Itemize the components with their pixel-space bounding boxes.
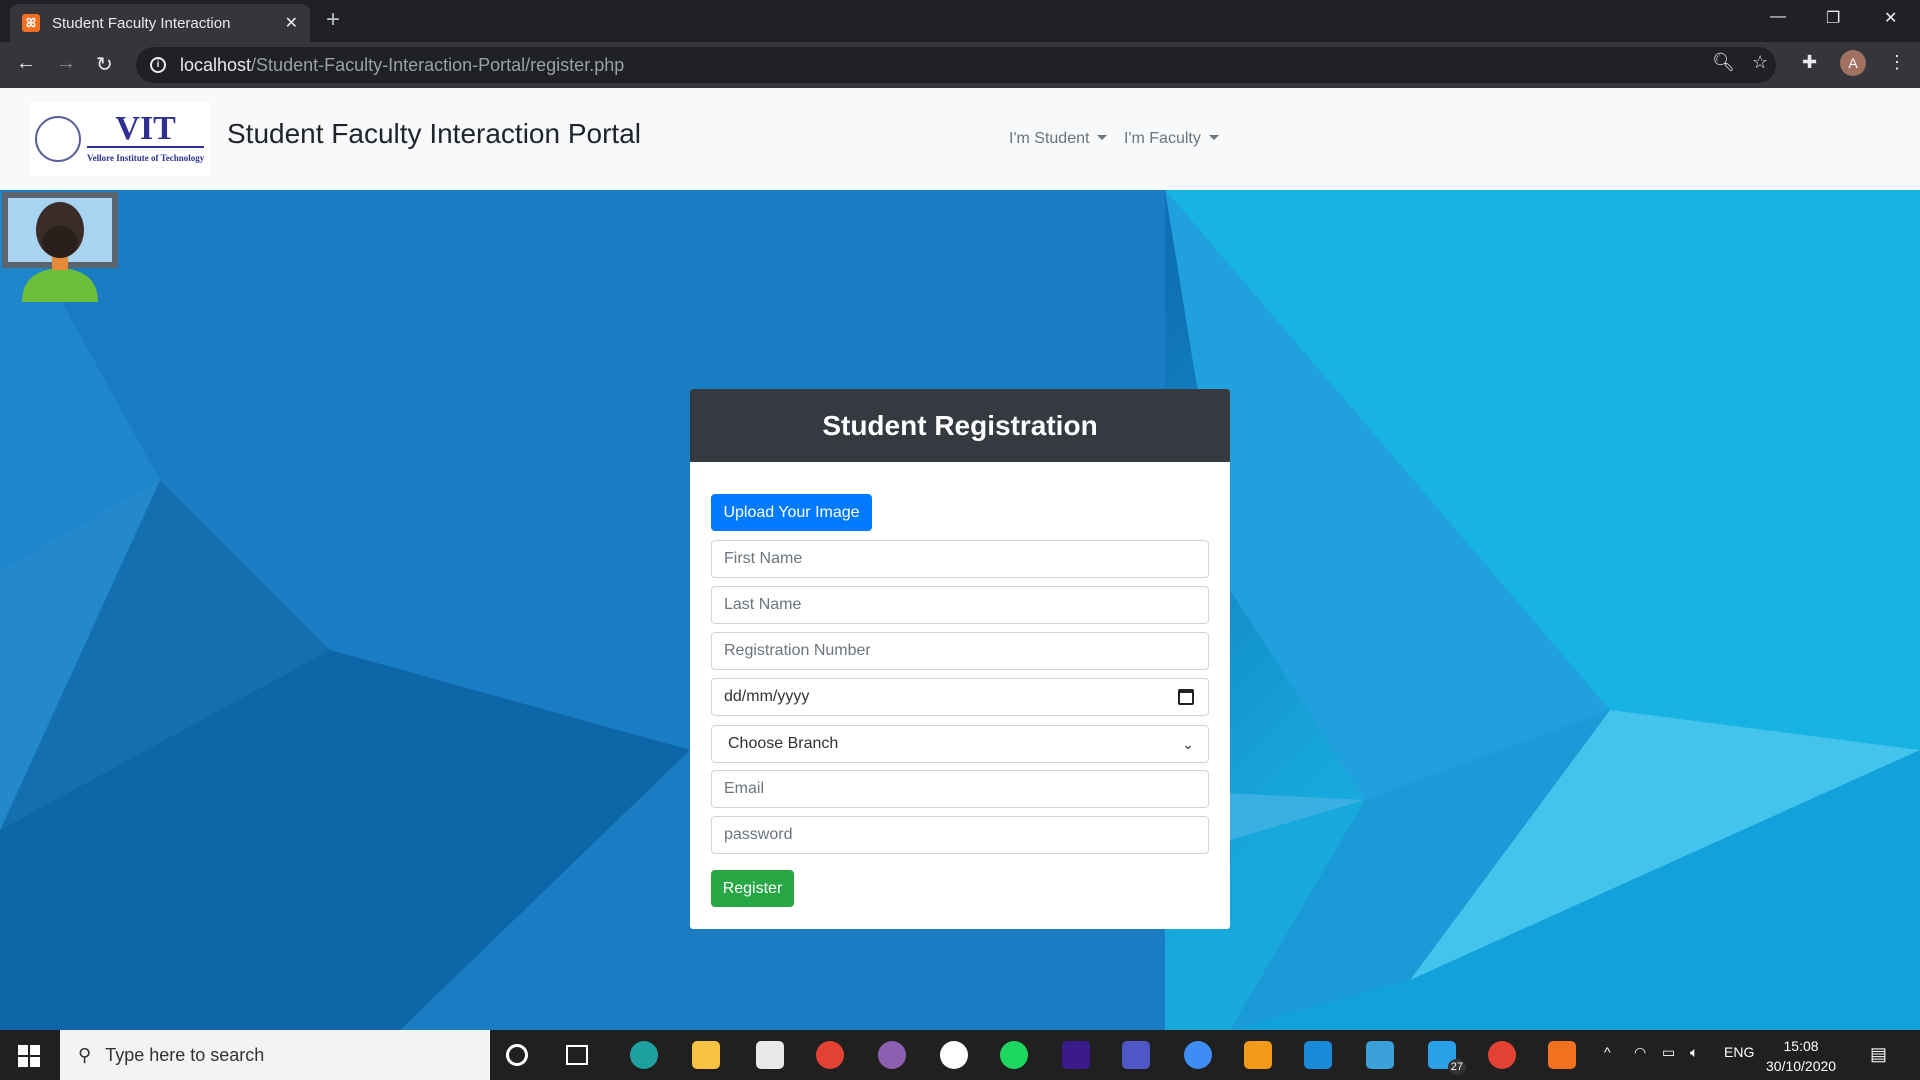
windows-taskbar: ⚲ Type here to search 27 ^ ◠ ▭ 🔈︎ ENG 15:… <box>0 1030 1920 1080</box>
cortana-icon[interactable] <box>506 1044 528 1066</box>
edge-icon[interactable] <box>630 1041 658 1069</box>
teams-icon[interactable] <box>1122 1041 1150 1069</box>
extensions-icon[interactable]: ✚ <box>1802 52 1817 73</box>
vscode-icon[interactable] <box>1304 1041 1332 1069</box>
close-window-icon[interactable]: ✕ <box>1884 8 1897 28</box>
clock[interactable]: 15:08 30/10/2020 <box>1766 1036 1836 1076</box>
logo-subtitle: Vellore Institute of Technology <box>87 153 205 163</box>
student-menu-dropdown[interactable]: I'm Student <box>1009 130 1107 148</box>
seal-icon <box>35 116 81 162</box>
battery-icon[interactable]: ▭ <box>1662 1044 1675 1061</box>
menu-icon[interactable]: ⋮ <box>1888 52 1906 73</box>
kindle-icon[interactable] <box>1366 1041 1394 1069</box>
reload-icon[interactable]: ↻ <box>96 52 113 77</box>
registration-number-input[interactable]: Registration Number <box>711 632 1209 670</box>
dob-placeholder: dd/mm/yyyy <box>724 688 810 705</box>
amazon-music-icon[interactable] <box>1062 1041 1090 1069</box>
spotify-icon[interactable] <box>1000 1041 1028 1069</box>
app-icon[interactable] <box>940 1041 968 1069</box>
time: 15:08 <box>1783 1038 1819 1054</box>
calendar-icon[interactable] <box>1178 689 1194 705</box>
file-explorer-icon[interactable] <box>692 1041 720 1069</box>
github-icon[interactable] <box>878 1041 906 1069</box>
email-input[interactable]: Email <box>711 770 1209 808</box>
new-tab-icon[interactable]: + <box>326 6 340 34</box>
bookmark-star-icon[interactable]: ☆ <box>1752 52 1768 73</box>
windows-start-icon[interactable] <box>18 1045 40 1067</box>
page-background: Student Registration Upload Your Image F… <box>0 190 1920 1030</box>
zoom-icon[interactable]: 🔍︎ <box>1712 52 1735 73</box>
date: 30/10/2020 <box>1766 1058 1837 1074</box>
url-host: localhost <box>180 54 252 75</box>
search-icon: ⚲ <box>78 1044 92 1065</box>
phone-app-icon[interactable]: 27 <box>1428 1041 1466 1075</box>
search-placeholder: Type here to search <box>105 1044 265 1065</box>
xampp-icon[interactable] <box>1548 1041 1576 1069</box>
tab-strip: ꕤ Student Faculty Interaction ✕ + — ❐ ✕ <box>0 0 1920 42</box>
registration-card: Student Registration Upload Your Image F… <box>690 389 1230 929</box>
portal-title[interactable]: Student Faculty Interaction Portal <box>227 118 641 150</box>
password-input[interactable]: password <box>711 816 1209 854</box>
address-bar-row: ← → ↻ i localhost/Student-Faculty-Intera… <box>0 42 1920 88</box>
notifications-icon[interactable]: ▤ <box>1870 1044 1887 1065</box>
close-tab-icon[interactable]: ✕ <box>285 13 298 33</box>
site-info-icon[interactable]: i <box>150 57 166 73</box>
user-avatar-icon <box>2 192 118 302</box>
forward-icon[interactable]: → <box>56 52 76 75</box>
last-name-input[interactable]: Last Name <box>711 586 1209 624</box>
task-view-icon[interactable] <box>566 1045 588 1065</box>
upload-image-button[interactable]: Upload Your Image <box>711 494 872 531</box>
browser-tab[interactable]: ꕤ Student Faculty Interaction ✕ <box>10 4 310 42</box>
language-indicator[interactable]: ENG <box>1724 1044 1754 1060</box>
dob-input[interactable]: dd/mm/yyyy <box>711 678 1209 716</box>
first-name-input[interactable]: First Name <box>711 540 1209 578</box>
taskbar-search[interactable]: ⚲ Type here to search <box>60 1030 490 1080</box>
url-input[interactable]: i localhost/Student-Faculty-Interaction-… <box>136 47 1776 83</box>
chrome-active-icon[interactable] <box>1488 1041 1516 1069</box>
register-button[interactable]: Register <box>711 870 794 907</box>
back-icon[interactable]: ← <box>16 52 36 75</box>
notification-badge: 27 <box>1447 1059 1466 1075</box>
url-path: /Student-Faculty-Interaction-Portal/regi… <box>251 54 625 75</box>
profile-avatar[interactable]: A <box>1840 50 1866 76</box>
volume-icon[interactable]: 🔈︎ <box>1690 1044 1698 1061</box>
notepad-icon[interactable] <box>756 1041 784 1069</box>
branch-select[interactable]: Choose Branch ⌄ <box>711 725 1209 763</box>
chevron-down-icon: ⌄ <box>1182 736 1194 752</box>
zoom-app-icon[interactable] <box>1184 1041 1212 1069</box>
vit-logo[interactable]: VIT Vellore Institute of Technology <box>31 102 211 176</box>
sublime-icon[interactable] <box>1244 1041 1272 1069</box>
registration-title: Student Registration <box>690 389 1230 462</box>
wifi-icon[interactable]: ◠ <box>1634 1044 1646 1061</box>
restore-icon[interactable]: ❐ <box>1826 8 1840 28</box>
minimize-icon[interactable]: — <box>1770 8 1786 26</box>
show-hidden-icons[interactable]: ^ <box>1604 1044 1611 1060</box>
logo-text: VIT <box>87 112 205 148</box>
xampp-favicon-icon: ꕤ <box>22 14 40 32</box>
chrome-icon[interactable] <box>816 1041 844 1069</box>
site-navbar: VIT Vellore Institute of Technology Stude… <box>0 88 1920 190</box>
branch-selected: Choose Branch <box>728 735 839 752</box>
faculty-menu-dropdown[interactable]: I'm Faculty <box>1124 130 1219 148</box>
tab-title: Student Faculty Interaction <box>52 14 231 32</box>
